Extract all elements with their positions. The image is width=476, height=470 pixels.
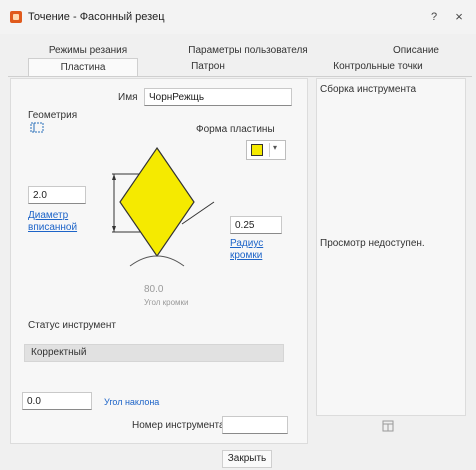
chevron-down-icon: ▾ (273, 143, 278, 152)
insert-diagram (112, 146, 215, 267)
pitch-angle-input[interactable]: 0.0 (22, 392, 92, 410)
tab-insert[interactable]: Пластина (28, 58, 138, 76)
help-button[interactable]: ? (424, 8, 444, 26)
edge-angle-value: 80.0 (144, 284, 164, 295)
preview-unavailable-text: Просмотр недоступен. (320, 238, 425, 249)
tab-holder[interactable]: Патрон (168, 58, 248, 76)
close-window-button[interactable]: × (448, 8, 470, 26)
insert-shape (119, 146, 195, 258)
pitch-angle-link[interactable]: Угол наклона (104, 397, 159, 407)
insert-shape-picker[interactable]: ▾ (246, 140, 286, 160)
close-button[interactable]: Закрыть (222, 450, 272, 468)
name-label: Имя (118, 92, 138, 103)
assembly-header: Сборка инструмента (320, 84, 417, 95)
app-icon (10, 11, 22, 23)
tab-control-points[interactable]: Контрольные точки (318, 58, 438, 76)
geometry-icon[interactable] (30, 122, 46, 134)
name-input[interactable]: ЧорнРежщь (144, 88, 292, 106)
tool-status-label: Статус инструмент (28, 320, 116, 331)
edge-angle-label: Угол кромки (144, 298, 189, 307)
preview-icon[interactable] (382, 420, 394, 432)
geometry-label: Геометрия (28, 110, 78, 121)
tool-number-label: Номер инструмента (132, 420, 225, 431)
diameter-link[interactable]: Диаметр вписанной (28, 210, 90, 234)
tab-divider (8, 76, 472, 77)
tool-status-value: Корректный (24, 344, 284, 362)
edge-radius-link[interactable]: Радиус кромки (230, 238, 280, 262)
shape-swatch-icon (251, 144, 263, 156)
diameter-input[interactable]: 2.0 (28, 186, 86, 204)
shape-label: Форма пластины (196, 124, 275, 135)
tool-number-input[interactable] (222, 416, 288, 434)
edge-radius-input[interactable]: 0.25 (230, 216, 282, 234)
window-title: Точение - Фасонный резец (28, 11, 165, 23)
